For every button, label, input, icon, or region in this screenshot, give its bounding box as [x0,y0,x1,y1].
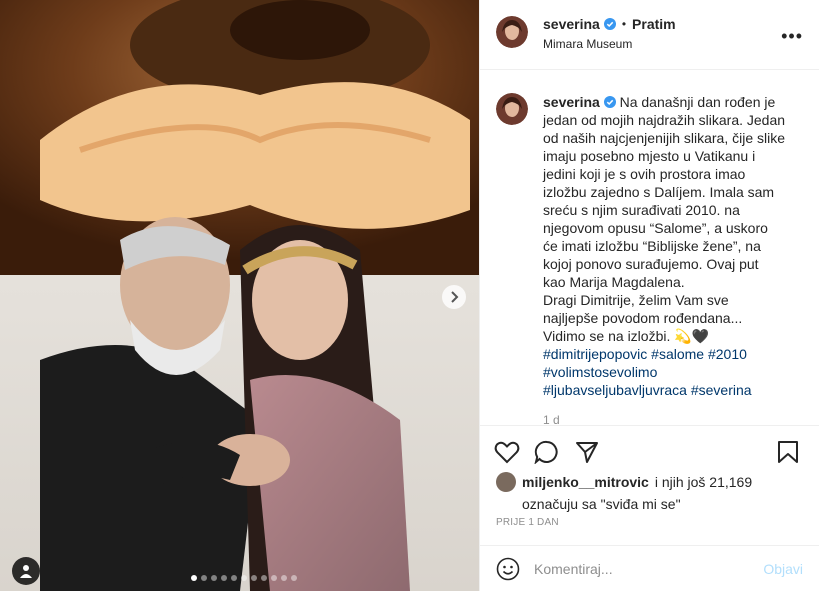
add-comment-bar: Objavi [480,545,819,591]
carousel-dot [291,575,297,581]
caption-line: Dragi Dimitrije, želim Vam sve [543,292,729,308]
hashtag-link[interactable]: #volimstosevolimo [543,363,793,381]
caption-line: od naših najcjenjenijih slikara, čije sl… [543,130,786,146]
save-button[interactable] [777,440,799,469]
carousel-dot [261,575,267,581]
caption-area: severina Na današnji dan rođen je jedan o… [480,71,819,427]
likes-summary: miljenko__mitrovic i njih još 21,169 ozn… [496,472,816,512]
avatar[interactable] [496,93,528,125]
post-header: severina • Pratim Mimara Museum ••• [480,0,819,70]
comment-button[interactable] [534,440,560,469]
caption-line: jedan od mojih najdražih slikara. Jedan [543,112,786,128]
bookmark-icon [778,441,798,463]
carousel-next-button[interactable] [442,285,466,309]
hashtag-link[interactable]: #dimitrijepopovic #salome #2010 [543,345,793,363]
caption-timestamp[interactable]: 1 d [543,413,560,427]
post-image[interactable] [0,0,479,591]
caption-line: izložbu zajedno s Dalíjem. Imala sam [543,184,775,200]
caption-line: će imati izložbu “Biblijske žene”, na [543,238,761,254]
photo [0,0,479,591]
hashtag-link[interactable]: #ljubavseljubavljuvraca #severina [543,381,793,399]
more-options-button[interactable]: ••• [781,26,803,47]
caption-line: kojoj ponovo surađujemo. Ovaj put [543,256,759,272]
caption-line: imaju posebno mjesto u Vatikanu i [543,148,756,164]
emoji-icon [496,557,520,581]
share-icon [576,442,598,463]
caption-line: jedini koji je s ovih prostora imao [543,166,746,182]
liked-by-username[interactable]: miljenko__mitrovic [522,474,649,490]
carousel-dot [251,575,257,581]
carousel-dot [211,575,217,581]
verified-badge-icon [603,18,616,30]
carousel-dot [281,575,287,581]
follow-separator: • [621,17,627,31]
chevron-right-icon [451,291,459,303]
post-location[interactable]: Mimara Museum [543,37,632,51]
carousel-indicator [191,575,297,581]
carousel-dot [201,575,207,581]
share-button[interactable] [575,440,599,469]
avatar[interactable] [496,16,528,48]
liked-by-suffix: označuju sa "sviđa mi se" [522,496,681,512]
comment-input[interactable] [534,556,744,582]
caption-line: sreću s njim surađivati 2010. na [543,202,740,218]
user-tag-icon [20,565,32,578]
caption-line: Na današnji dan rođen je [619,94,776,110]
carousel-dot [231,575,237,581]
caption-line: njegovom opusu “Salome”, a uskoro [543,220,768,236]
carousel-dot [221,575,227,581]
caption-username[interactable]: severina [543,94,600,110]
heart-icon [494,441,520,464]
caption-line: najljepše povodom rođendana... [543,310,743,326]
user-tags-button[interactable] [12,557,40,585]
carousel-dot [241,575,247,581]
comment-icon [534,440,558,465]
following-button[interactable]: Pratim [632,16,676,32]
emoji-button[interactable] [496,557,520,586]
verified-badge-icon [603,96,616,108]
post-comment-button[interactable]: Objavi [763,561,803,577]
avatar[interactable] [496,472,516,492]
carousel-dot [191,575,197,581]
carousel-dot [271,575,277,581]
caption-line: Vidimo se na izložbi. 💫🖤 [543,328,710,344]
post-author-username[interactable]: severina [543,16,600,32]
like-button[interactable] [494,440,520,469]
post-caption: severina Na današnji dan rođen je jedan o… [543,93,793,399]
liked-by-connector[interactable]: i njih još 21,169 [655,474,752,490]
post-side-panel: severina • Pratim Mimara Museum ••• seve… [479,0,819,591]
caption-line: kao Marija Magdalena. [543,274,685,290]
post-actions-bar [480,432,819,472]
post-timestamp[interactable]: PRIJE 1 DAN [496,517,559,528]
